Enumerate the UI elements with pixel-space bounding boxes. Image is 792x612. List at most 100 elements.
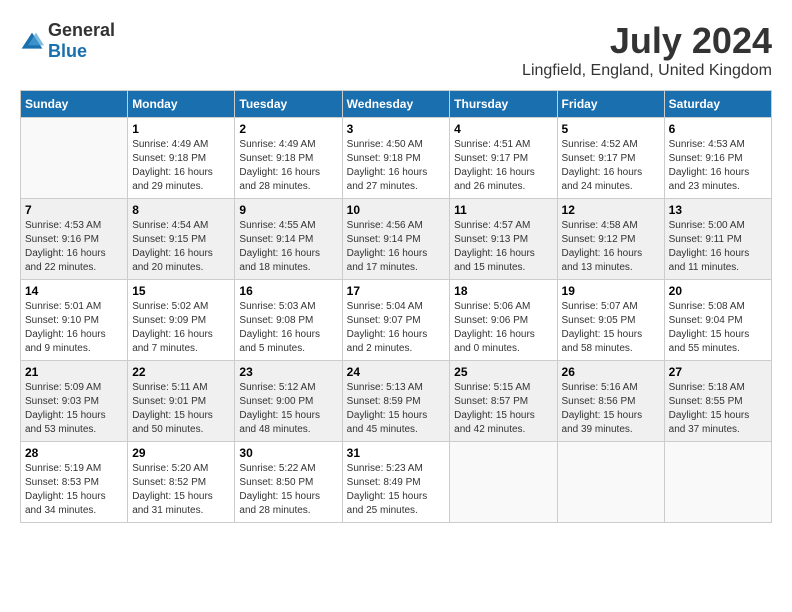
day-info: Sunrise: 5:07 AM Sunset: 9:05 PM Dayligh… [562,300,660,356]
day-cell-0-3: 3 Sunrise: 4:50 AM Sunset: 9:18 PM Dayli… [342,118,450,199]
col-tuesday: Tuesday [235,91,342,118]
day-cell-2-4: 18 Sunrise: 5:06 AM Sunset: 9:06 PM Dayl… [450,280,557,361]
day-cell-3-4: 25 Sunrise: 5:15 AM Sunset: 8:57 PM Dayl… [450,361,557,442]
day-number: 9 [239,203,337,217]
calendar-header-row: Sunday Monday Tuesday Wednesday Thursday… [21,91,772,118]
day-info: Sunrise: 4:53 AM Sunset: 9:16 PM Dayligh… [25,219,123,275]
day-number: 7 [25,203,123,217]
day-cell-0-4: 4 Sunrise: 4:51 AM Sunset: 9:17 PM Dayli… [450,118,557,199]
day-cell-0-1: 1 Sunrise: 4:49 AM Sunset: 9:18 PM Dayli… [128,118,235,199]
day-number: 18 [454,284,552,298]
month-year: July 2024 [522,20,772,62]
day-info: Sunrise: 5:22 AM Sunset: 8:50 PM Dayligh… [239,462,337,518]
day-number: 13 [669,203,767,217]
day-number: 10 [347,203,446,217]
day-info: Sunrise: 5:23 AM Sunset: 8:49 PM Dayligh… [347,462,446,518]
location: Lingfield, England, United Kingdom [522,62,772,80]
day-info: Sunrise: 5:15 AM Sunset: 8:57 PM Dayligh… [454,381,552,437]
day-info: Sunrise: 4:49 AM Sunset: 9:18 PM Dayligh… [239,138,337,194]
day-number: 20 [669,284,767,298]
day-cell-1-1: 8 Sunrise: 4:54 AM Sunset: 9:15 PM Dayli… [128,199,235,280]
day-cell-0-2: 2 Sunrise: 4:49 AM Sunset: 9:18 PM Dayli… [235,118,342,199]
day-info: Sunrise: 5:03 AM Sunset: 9:08 PM Dayligh… [239,300,337,356]
title-section: July 2024 Lingfield, England, United Kin… [522,20,772,80]
day-cell-3-6: 27 Sunrise: 5:18 AM Sunset: 8:55 PM Dayl… [664,361,771,442]
day-info: Sunrise: 5:04 AM Sunset: 9:07 PM Dayligh… [347,300,446,356]
day-info: Sunrise: 5:09 AM Sunset: 9:03 PM Dayligh… [25,381,123,437]
day-cell-3-0: 21 Sunrise: 5:09 AM Sunset: 9:03 PM Dayl… [21,361,128,442]
day-number: 25 [454,365,552,379]
col-wednesday: Wednesday [342,91,450,118]
day-cell-1-2: 9 Sunrise: 4:55 AM Sunset: 9:14 PM Dayli… [235,199,342,280]
day-cell-0-5: 5 Sunrise: 4:52 AM Sunset: 9:17 PM Dayli… [557,118,664,199]
day-cell-4-2: 30 Sunrise: 5:22 AM Sunset: 8:50 PM Dayl… [235,442,342,523]
day-cell-0-0 [21,118,128,199]
day-cell-2-5: 19 Sunrise: 5:07 AM Sunset: 9:05 PM Dayl… [557,280,664,361]
day-cell-1-0: 7 Sunrise: 4:53 AM Sunset: 9:16 PM Dayli… [21,199,128,280]
day-number: 8 [132,203,230,217]
day-cell-4-4 [450,442,557,523]
day-info: Sunrise: 5:18 AM Sunset: 8:55 PM Dayligh… [669,381,767,437]
day-info: Sunrise: 4:58 AM Sunset: 9:12 PM Dayligh… [562,219,660,275]
day-info: Sunrise: 4:57 AM Sunset: 9:13 PM Dayligh… [454,219,552,275]
day-cell-2-0: 14 Sunrise: 5:01 AM Sunset: 9:10 PM Dayl… [21,280,128,361]
day-info: Sunrise: 4:49 AM Sunset: 9:18 PM Dayligh… [132,138,230,194]
day-cell-4-6 [664,442,771,523]
day-cell-2-2: 16 Sunrise: 5:03 AM Sunset: 9:08 PM Dayl… [235,280,342,361]
col-sunday: Sunday [21,91,128,118]
day-cell-1-5: 12 Sunrise: 4:58 AM Sunset: 9:12 PM Dayl… [557,199,664,280]
day-number: 11 [454,203,552,217]
day-cell-4-3: 31 Sunrise: 5:23 AM Sunset: 8:49 PM Dayl… [342,442,450,523]
day-number: 12 [562,203,660,217]
day-cell-3-2: 23 Sunrise: 5:12 AM Sunset: 9:00 PM Dayl… [235,361,342,442]
week-row-2: 7 Sunrise: 4:53 AM Sunset: 9:16 PM Dayli… [21,199,772,280]
day-info: Sunrise: 4:53 AM Sunset: 9:16 PM Dayligh… [669,138,767,194]
day-number: 29 [132,446,230,460]
day-cell-3-5: 26 Sunrise: 5:16 AM Sunset: 8:56 PM Dayl… [557,361,664,442]
day-info: Sunrise: 5:06 AM Sunset: 9:06 PM Dayligh… [454,300,552,356]
day-number: 2 [239,122,337,136]
day-number: 19 [562,284,660,298]
day-number: 14 [25,284,123,298]
day-number: 3 [347,122,446,136]
day-cell-2-6: 20 Sunrise: 5:08 AM Sunset: 9:04 PM Dayl… [664,280,771,361]
week-row-1: 1 Sunrise: 4:49 AM Sunset: 9:18 PM Dayli… [21,118,772,199]
calendar-table: Sunday Monday Tuesday Wednesday Thursday… [20,90,772,523]
day-number: 31 [347,446,446,460]
day-info: Sunrise: 5:11 AM Sunset: 9:01 PM Dayligh… [132,381,230,437]
day-number: 6 [669,122,767,136]
day-number: 1 [132,122,230,136]
page-header: General Blue July 2024 Lingfield, Englan… [20,20,772,80]
day-info: Sunrise: 5:16 AM Sunset: 8:56 PM Dayligh… [562,381,660,437]
day-info: Sunrise: 4:52 AM Sunset: 9:17 PM Dayligh… [562,138,660,194]
day-info: Sunrise: 4:51 AM Sunset: 9:17 PM Dayligh… [454,138,552,194]
day-number: 15 [132,284,230,298]
day-cell-2-3: 17 Sunrise: 5:04 AM Sunset: 9:07 PM Dayl… [342,280,450,361]
day-info: Sunrise: 5:13 AM Sunset: 8:59 PM Dayligh… [347,381,446,437]
day-number: 22 [132,365,230,379]
logo-text: General Blue [48,20,115,62]
day-info: Sunrise: 5:20 AM Sunset: 8:52 PM Dayligh… [132,462,230,518]
col-thursday: Thursday [450,91,557,118]
week-row-3: 14 Sunrise: 5:01 AM Sunset: 9:10 PM Dayl… [21,280,772,361]
day-info: Sunrise: 5:02 AM Sunset: 9:09 PM Dayligh… [132,300,230,356]
day-cell-3-3: 24 Sunrise: 5:13 AM Sunset: 8:59 PM Dayl… [342,361,450,442]
logo: General Blue [20,20,115,62]
day-info: Sunrise: 4:56 AM Sunset: 9:14 PM Dayligh… [347,219,446,275]
day-cell-4-1: 29 Sunrise: 5:20 AM Sunset: 8:52 PM Dayl… [128,442,235,523]
day-number: 5 [562,122,660,136]
day-info: Sunrise: 4:54 AM Sunset: 9:15 PM Dayligh… [132,219,230,275]
day-info: Sunrise: 5:19 AM Sunset: 8:53 PM Dayligh… [25,462,123,518]
day-cell-1-4: 11 Sunrise: 4:57 AM Sunset: 9:13 PM Dayl… [450,199,557,280]
day-number: 17 [347,284,446,298]
day-number: 4 [454,122,552,136]
day-number: 28 [25,446,123,460]
day-number: 21 [25,365,123,379]
logo-icon [20,31,44,51]
day-number: 24 [347,365,446,379]
day-number: 26 [562,365,660,379]
logo-blue: Blue [48,41,87,61]
day-info: Sunrise: 5:12 AM Sunset: 9:00 PM Dayligh… [239,381,337,437]
day-cell-4-5 [557,442,664,523]
day-number: 23 [239,365,337,379]
